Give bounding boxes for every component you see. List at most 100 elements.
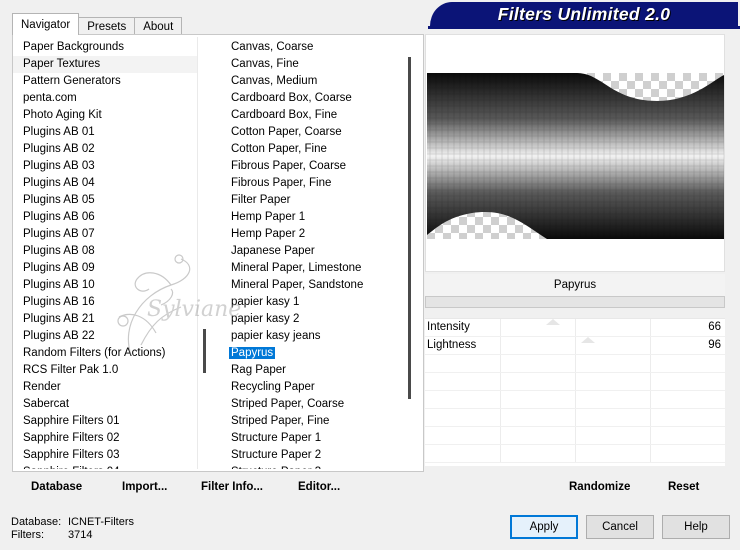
filter-item[interactable]: papier kasy 1 <box>221 294 417 311</box>
filter-item-label: Canvas, Fine <box>231 58 299 70</box>
param-row-empty <box>425 409 725 427</box>
param-value: 66 <box>708 321 721 333</box>
filter-item[interactable]: Recycling Paper <box>221 379 417 396</box>
param-tick <box>650 373 651 390</box>
filter-item[interactable]: Cotton Paper, Fine <box>221 141 417 158</box>
param-tick <box>500 445 501 462</box>
category-item[interactable]: Plugins AB 21 <box>13 311 209 328</box>
filter-item[interactable]: Filter Paper <box>221 192 417 209</box>
category-item[interactable]: Plugins AB 08 <box>13 243 209 260</box>
filter-item[interactable]: Structure Paper 1 <box>221 430 417 447</box>
filter-item[interactable]: Cotton Paper, Coarse <box>221 124 417 141</box>
tab-about[interactable]: About <box>134 17 183 35</box>
category-item[interactable]: Pattern Generators <box>13 73 209 90</box>
param-row-lightness[interactable]: Lightness 96 <box>425 337 725 355</box>
filter-name-bar <box>425 296 725 308</box>
editor-button[interactable]: Editor... <box>298 481 340 493</box>
category-item[interactable]: Photo Aging Kit <box>13 107 209 124</box>
filter-item-label: Cotton Paper, Coarse <box>231 126 342 138</box>
category-item[interactable]: Sapphire Filters 02 <box>13 430 209 447</box>
category-item[interactable]: Plugins AB 04 <box>13 175 209 192</box>
category-item[interactable]: penta.com <box>13 90 209 107</box>
filter-item-selected[interactable]: Papyrus <box>221 345 417 362</box>
filter-item-label: Japanese Paper <box>231 245 315 257</box>
tab-navigator[interactable]: Navigator <box>12 13 80 35</box>
filter-item[interactable]: Fibrous Paper, Coarse <box>221 158 417 175</box>
tab-presets[interactable]: Presets <box>78 17 136 35</box>
apply-button[interactable]: Apply <box>510 515 578 539</box>
filter-item[interactable]: Fibrous Paper, Fine <box>221 175 417 192</box>
category-item[interactable]: Plugins AB 07 <box>13 226 209 243</box>
category-item[interactable]: Random Filters (for Actions) <box>13 345 209 362</box>
randomize-button[interactable]: Randomize <box>569 481 630 493</box>
param-row-intensity[interactable]: Intensity 66 <box>425 319 725 337</box>
param-name: Intensity <box>427 321 470 333</box>
filter-scroll-thumb[interactable] <box>408 57 411 399</box>
param-slider-marker[interactable] <box>545 319 560 325</box>
parameter-area: Intensity 66 Lightness 96 <box>425 318 725 466</box>
category-item[interactable]: RCS Filter Pak 1.0 <box>13 362 209 379</box>
param-row-empty <box>425 373 725 391</box>
reset-button[interactable]: Reset <box>668 481 699 493</box>
category-item[interactable]: Plugins AB 22 <box>13 328 209 345</box>
category-item[interactable]: Sapphire Filters 03 <box>13 447 209 464</box>
filter-item-label: papier kasy jeans <box>231 330 321 342</box>
category-item[interactable]: Render <box>13 379 209 396</box>
filter-item[interactable]: Canvas, Coarse <box>221 39 417 56</box>
logo-text: Filters Unlimited 2.0 <box>497 3 671 24</box>
filter-item[interactable]: Mineral Paper, Sandstone <box>221 277 417 294</box>
filter-scrollbar[interactable] <box>403 37 417 469</box>
filter-item-label: Cardboard Box, Fine <box>231 109 338 121</box>
category-item[interactable]: Plugins AB 05 <box>13 192 209 209</box>
category-item[interactable]: Sapphire Filters 04 <box>13 464 209 469</box>
category-item[interactable]: Sabercat <box>13 396 209 413</box>
category-item[interactable]: Paper Backgrounds <box>13 39 209 56</box>
filter-info-button[interactable]: Filter Info... <box>201 481 263 493</box>
filter-item[interactable]: Cardboard Box, Coarse <box>221 90 417 107</box>
filter-item-label: Structure Paper 3 <box>231 466 321 469</box>
category-item[interactable]: Paper Textures <box>13 56 209 73</box>
filter-name-label: Papyrus <box>425 274 725 296</box>
preview-frame <box>425 34 725 272</box>
filter-item-label: Structure Paper 2 <box>231 449 322 461</box>
filter-item[interactable]: papier kasy 2 <box>221 311 417 328</box>
filter-item[interactable]: papier kasy jeans <box>221 328 417 345</box>
category-item[interactable]: Plugins AB 16 <box>13 294 209 311</box>
database-button[interactable]: Database <box>31 481 82 493</box>
category-item[interactable]: Sapphire Filters 01 <box>13 413 209 430</box>
filter-item-label: papier kasy 1 <box>231 296 300 308</box>
category-item[interactable]: Plugins AB 10 <box>13 277 209 294</box>
filter-list[interactable]: Canvas, Coarse Canvas, Fine Canvas, Medium… <box>221 39 417 469</box>
category-item[interactable]: Plugins AB 01 <box>13 124 209 141</box>
filter-item[interactable]: Structure Paper 2 <box>221 447 417 464</box>
param-tick <box>500 409 501 426</box>
param-slider-marker[interactable] <box>580 337 595 343</box>
filter-item-label: Mineral Paper, Sandstone <box>231 279 364 291</box>
category-item[interactable]: Plugins AB 09 <box>13 260 209 277</box>
param-tick <box>575 391 576 408</box>
filter-item[interactable]: Mineral Paper, Limestone <box>221 260 417 277</box>
filter-item[interactable]: Canvas, Medium <box>221 73 417 90</box>
category-item[interactable]: Plugins AB 02 <box>13 141 209 158</box>
filter-item[interactable]: Rag Paper <box>221 362 417 379</box>
category-item[interactable]: Plugins AB 03 <box>13 158 209 175</box>
filter-item[interactable]: Canvas, Fine <box>221 56 417 73</box>
status-area: Database: ICNET-Filters Filters: 3714 <box>11 516 134 542</box>
filter-item[interactable]: Japanese Paper <box>221 243 417 260</box>
filter-item[interactable]: Hemp Paper 2 <box>221 226 417 243</box>
help-button[interactable]: Help <box>662 515 730 539</box>
category-item[interactable]: Plugins AB 06 <box>13 209 209 226</box>
cancel-button[interactable]: Cancel <box>586 515 654 539</box>
filter-item[interactable]: Striped Paper, Fine <box>221 413 417 430</box>
filter-item[interactable]: Structure Paper 3 <box>221 464 417 469</box>
filter-item[interactable]: Hemp Paper 1 <box>221 209 417 226</box>
param-tick <box>575 355 576 372</box>
filter-item[interactable]: Cardboard Box, Fine <box>221 107 417 124</box>
category-list[interactable]: Paper Backgrounds Paper Textures Pattern G… <box>13 39 209 469</box>
param-tick <box>650 445 651 462</box>
param-tick <box>500 319 501 336</box>
filter-item[interactable]: Striped Paper, Coarse <box>221 396 417 413</box>
category-scroll-thumb[interactable] <box>203 329 206 373</box>
import-button[interactable]: Import... <box>122 481 167 493</box>
category-scrollbar[interactable] <box>197 37 211 469</box>
